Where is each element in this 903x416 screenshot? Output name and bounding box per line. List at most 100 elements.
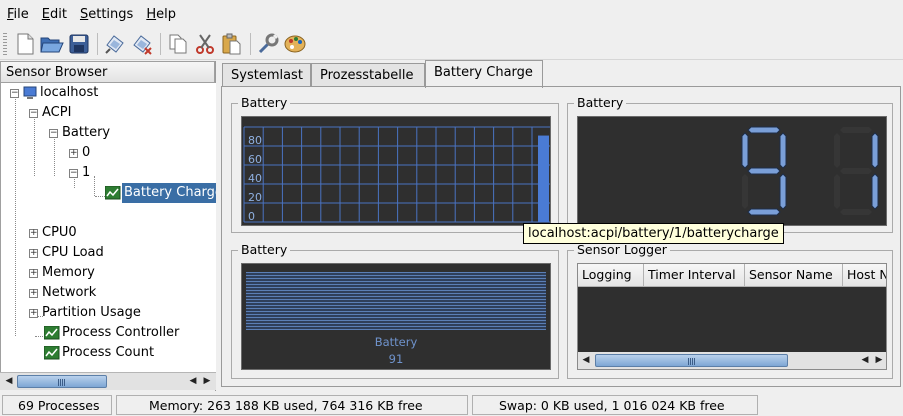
lcd-digits bbox=[741, 126, 879, 216]
scrollbar-thumb[interactable] bbox=[17, 375, 107, 388]
menu-edit[interactable]: Edit bbox=[37, 7, 75, 22]
expand-icon[interactable]: + bbox=[29, 248, 38, 258]
menu-file[interactable]: File bbox=[2, 7, 37, 22]
tree-guide bbox=[95, 196, 105, 197]
logger-horizontal-scrollbar[interactable]: ◀ ◀ ▶ bbox=[578, 352, 886, 369]
lcd-segment bbox=[834, 174, 840, 209]
sensor-icon bbox=[44, 326, 60, 340]
scroll-right-button[interactable]: ▶ bbox=[872, 353, 886, 368]
bargraph-bar bbox=[246, 272, 546, 330]
tree-item-cpu0[interactable]: + CPU0 bbox=[29, 223, 77, 243]
lcd-segment bbox=[747, 167, 781, 175]
expand-icon[interactable]: + bbox=[69, 148, 78, 158]
battery-bargraph[interactable]: Battery 91 bbox=[241, 263, 551, 370]
scrollbar-thumb[interactable] bbox=[595, 354, 788, 367]
bargraph-title: Battery bbox=[238, 242, 291, 258]
plotter-y-tick: 80 bbox=[248, 134, 262, 147]
menu-help[interactable]: Help bbox=[141, 7, 184, 22]
toolbar-separator bbox=[97, 32, 98, 55]
tree-item-battery-1[interactable]: − 1 bbox=[69, 163, 90, 183]
sensor-logger-table[interactable]: Logging Timer Interval Sensor Name Host … bbox=[577, 263, 887, 370]
sensor-tree[interactable]: − localhost − ACPI − Battery + 0 − 1 Bat… bbox=[0, 83, 216, 372]
tree-guide bbox=[34, 116, 35, 176]
main-toolbar bbox=[0, 28, 903, 60]
tree-item-acpi[interactable]: − ACPI bbox=[29, 103, 71, 123]
plotter-y-tick: 60 bbox=[248, 153, 262, 166]
lcd-segment bbox=[747, 208, 781, 216]
toolbar-grip[interactable] bbox=[3, 32, 7, 55]
expand-icon[interactable]: + bbox=[29, 228, 38, 238]
open-button[interactable] bbox=[39, 31, 65, 57]
sensor-logger-group: Sensor Logger Logging Timer Interval Sen… bbox=[567, 242, 893, 379]
connect-host-button[interactable] bbox=[102, 31, 128, 57]
tree-item-process-count[interactable]: Process Count bbox=[44, 343, 154, 363]
scroll-left-button-2[interactable]: ◀ bbox=[186, 374, 200, 389]
plotter-data-bar bbox=[538, 135, 549, 222]
collapse-icon[interactable]: − bbox=[69, 168, 78, 178]
expand-icon[interactable]: + bbox=[29, 288, 38, 298]
expand-icon[interactable]: + bbox=[29, 308, 38, 318]
sensor-icon bbox=[105, 186, 121, 200]
column-header-sensor-name[interactable]: Sensor Name bbox=[745, 264, 843, 287]
tree-item-network[interactable]: + Network bbox=[29, 283, 96, 303]
tree-guide bbox=[35, 336, 43, 337]
sensor-browser-panel: Sensor Browser − localhost − ACPI − Batt… bbox=[0, 61, 216, 391]
sensor-icon bbox=[44, 346, 60, 360]
tree-item-battery[interactable]: − Battery bbox=[49, 123, 110, 143]
collapse-icon[interactable]: − bbox=[29, 108, 38, 118]
sidebar-horizontal-scrollbar[interactable]: ◀ ◀ ▶ bbox=[0, 372, 216, 390]
lcd-segment bbox=[779, 132, 787, 169]
column-header-timer-interval[interactable]: Timer Interval bbox=[644, 264, 745, 287]
status-swap: Swap: 0 KB used, 1 016 024 KB free bbox=[472, 395, 758, 415]
open-icon bbox=[40, 37, 64, 52]
tree-item-battery-charge[interactable]: Battery Charge bbox=[105, 183, 216, 203]
menu-settings[interactable]: Settings bbox=[75, 7, 141, 22]
color-palette-button[interactable] bbox=[282, 31, 308, 57]
lcd-segment bbox=[747, 126, 781, 134]
tree-item-partition-usage[interactable]: + Partition Usage bbox=[29, 303, 141, 323]
toolbar-separator bbox=[250, 32, 251, 55]
disconnect-host-button[interactable] bbox=[129, 31, 155, 57]
scroll-left-button[interactable]: ◀ bbox=[2, 374, 16, 389]
scroll-right-button[interactable]: ▶ bbox=[200, 374, 214, 389]
tree-item-battery-0[interactable]: + 0 bbox=[69, 143, 90, 163]
scroll-left-button-2[interactable]: ◀ bbox=[858, 353, 872, 368]
tab-prozesstabelle[interactable]: Prozesstabelle bbox=[311, 63, 425, 87]
tree-item-cpu-load[interactable]: + CPU Load bbox=[29, 243, 104, 263]
new-worksheet-button[interactable] bbox=[12, 31, 38, 57]
tree-guide bbox=[94, 176, 95, 196]
battery-digital-group: Battery 91 bbox=[567, 95, 893, 233]
column-header-logging[interactable]: Logging bbox=[578, 264, 644, 287]
lcd-segment bbox=[840, 127, 872, 133]
paste-button[interactable] bbox=[219, 31, 245, 57]
status-memory: Memory: 263 188 KB used, 764 316 KB free bbox=[116, 395, 468, 415]
tree-item-process-controller[interactable]: Process Controller bbox=[44, 323, 179, 343]
copy-button[interactable] bbox=[165, 31, 191, 57]
scroll-left-button[interactable]: ◀ bbox=[579, 353, 593, 368]
plotter-y-tick: 40 bbox=[248, 172, 262, 185]
tab-systemlast[interactable]: Systemlast bbox=[222, 63, 311, 87]
battery-digital-display[interactable]: 91 bbox=[577, 116, 887, 226]
cut-button[interactable] bbox=[192, 31, 218, 57]
lcd-segment bbox=[840, 168, 872, 174]
tree-item-memory[interactable]: + Memory bbox=[29, 263, 95, 283]
collapse-icon[interactable]: − bbox=[49, 128, 58, 138]
battery-plotter[interactable]: 80 60 40 20 0 bbox=[241, 116, 551, 226]
configure-button[interactable] bbox=[255, 31, 281, 57]
computer-icon bbox=[23, 86, 37, 99]
column-header-host-name[interactable]: Host N bbox=[843, 264, 886, 287]
lcd-segment bbox=[871, 173, 879, 210]
expand-icon[interactable]: + bbox=[29, 268, 38, 278]
tree-item-localhost[interactable]: − localhost bbox=[10, 83, 98, 103]
plotter-title: Battery bbox=[238, 95, 291, 111]
lcd-segment bbox=[742, 174, 748, 209]
tree-guide bbox=[15, 96, 16, 336]
tab-battery-charge[interactable]: Battery Charge bbox=[425, 60, 543, 88]
save-button[interactable] bbox=[66, 31, 92, 57]
thumb-grip bbox=[688, 358, 696, 365]
lcd-segment bbox=[871, 132, 879, 169]
lcd-segment bbox=[840, 209, 872, 215]
menu-bar: File Edit Settings Help bbox=[0, 0, 903, 28]
collapse-icon[interactable]: − bbox=[10, 88, 19, 98]
battery-plotter-group: Battery 80 60 40 20 0 bbox=[231, 95, 559, 233]
